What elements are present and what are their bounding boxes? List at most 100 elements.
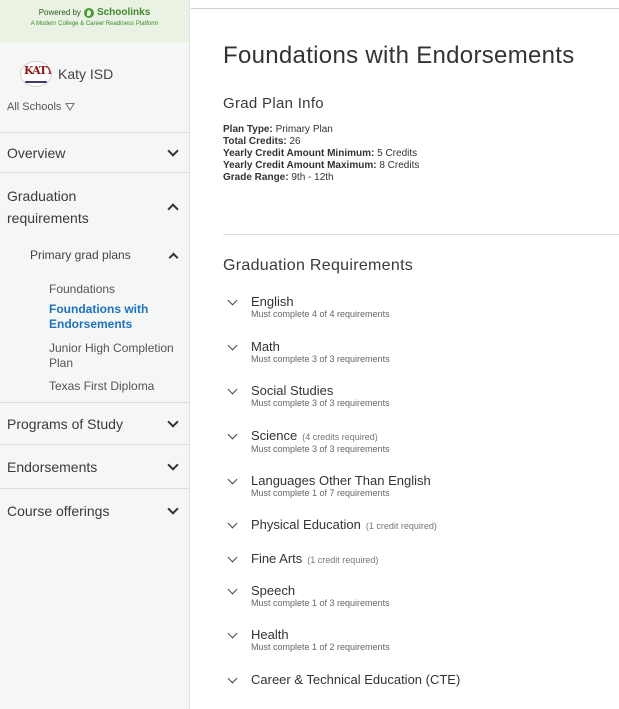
top-divider	[191, 8, 619, 9]
requirement-text: Math Must complete 3 of 3 requirements	[251, 340, 390, 365]
requirement-note: (1 credit required)	[365, 521, 437, 531]
requirement-name-line: Health	[251, 628, 390, 642]
requirement-name: Physical Education	[251, 517, 361, 532]
nav-course-offerings[interactable]: Course offerings	[0, 488, 189, 532]
requirement-name-line: Science (4 credits required)	[251, 429, 390, 444]
requirement-item[interactable]: Social Studies Must complete 3 of 3 requ…	[227, 384, 390, 409]
nav-programs-of-study[interactable]: Programs of Study	[0, 402, 189, 444]
page-title: Foundations with Endorsements	[223, 42, 575, 69]
plan-info-row: Grade Range: 9th - 12th	[223, 172, 419, 184]
nav-overview-label: Overview	[7, 144, 66, 161]
nav-graduation-requirements-label: Graduation requirements	[7, 187, 89, 226]
requirement-text: Languages Other Than English Must comple…	[251, 474, 431, 499]
chevron-down-icon[interactable]	[227, 340, 238, 351]
grad-plans-subnav: Primary grad plans Foundations Foundatio…	[0, 240, 189, 402]
requirement-detail: Must complete 1 of 2 requirements	[251, 642, 390, 652]
nav-primary-grad-plans[interactable]: Primary grad plans	[0, 240, 189, 270]
chevron-down-icon[interactable]	[227, 518, 238, 529]
plan-info-label: Plan Type:	[223, 124, 273, 135]
requirement-name-line: Speech	[251, 584, 390, 598]
plan-info-row: Yearly Credit Amount Maximum: 8 Credits	[223, 160, 419, 172]
chevron-up-icon[interactable]	[168, 252, 179, 262]
plan-link-junior-high-completion[interactable]: Junior High Completion Plan	[0, 336, 189, 376]
requirement-item[interactable]: Speech Must complete 1 of 3 requirements	[227, 584, 390, 609]
requirement-note: (1 credit required)	[307, 555, 379, 565]
school-filter-label: All Schools	[7, 101, 62, 113]
requirement-text: Social Studies Must complete 3 of 3 requ…	[251, 384, 390, 409]
requirement-name: Fine Arts	[251, 551, 303, 566]
requirement-item[interactable]: Career & Technical Education (CTE)	[227, 673, 460, 687]
chevron-down-icon[interactable]	[227, 384, 238, 395]
plan-info-value: Primary Plan	[275, 124, 333, 135]
requirement-note: (4 credits required)	[302, 432, 378, 442]
plan-info-value: 8 Credits	[379, 160, 420, 171]
chevron-down-icon[interactable]	[227, 673, 238, 684]
requirement-name: Speech	[251, 583, 296, 598]
nav-overview[interactable]: Overview	[0, 132, 189, 172]
requirement-item[interactable]: English Must complete 4 of 4 requirement…	[227, 295, 390, 320]
requirement-item[interactable]: Fine Arts (1 credit required)	[227, 552, 378, 567]
chevron-down-icon[interactable]	[227, 295, 238, 306]
nav-endorsements[interactable]: Endorsements	[0, 444, 189, 488]
plan-info-row: Yearly Credit Amount Minimum: 5 Credits	[223, 148, 419, 160]
requirement-item[interactable]: Science (4 credits required) Must complet…	[227, 429, 390, 455]
requirement-name: Math	[251, 339, 280, 354]
requirement-item[interactable]: Physical Education (1 credit required)	[227, 518, 437, 533]
requirement-name-line: Languages Other Than English	[251, 474, 431, 488]
graduation-requirements-heading: Graduation Requirements	[223, 257, 414, 274]
plan-link-texas-first-diploma[interactable]: Texas First Diploma	[0, 376, 189, 402]
grad-plan-info: Plan Type: Primary Plan Total Credits: 2…	[223, 124, 419, 184]
requirement-detail: Must complete 3 of 3 requirements	[251, 444, 390, 454]
plan-info-value: 5 Credits	[377, 148, 418, 159]
district-logo-bar	[25, 81, 47, 83]
nav-graduation-requirements[interactable]: Graduation requirements	[0, 172, 189, 240]
district-header: KATY Katy ISD	[0, 42, 189, 92]
filter-icon[interactable]	[65, 103, 76, 111]
chevron-down-icon[interactable]	[227, 429, 238, 440]
nav-programs-of-study-label: Programs of Study	[7, 415, 123, 432]
requirement-text: Career & Technical Education (CTE)	[251, 673, 460, 687]
schoolinks-brand: Schoolinks	[96, 7, 151, 18]
requirement-name-line: Physical Education (1 credit required)	[251, 518, 437, 533]
requirement-detail: Must complete 3 of 3 requirements	[251, 398, 390, 408]
requirement-name-line: Social Studies	[251, 384, 390, 398]
chevron-down-icon[interactable]	[167, 144, 179, 157]
requirement-name: Health	[251, 627, 289, 642]
requirement-text: Fine Arts (1 credit required)	[251, 552, 378, 567]
district-name: Katy ISD	[58, 66, 114, 82]
requirement-detail: Must complete 3 of 3 requirements	[251, 354, 390, 364]
chevron-down-icon[interactable]	[167, 458, 179, 471]
requirement-item[interactable]: Languages Other Than English Must comple…	[227, 474, 431, 499]
main-content: Foundations with Endorsements Grad Plan …	[191, 0, 619, 709]
sidebar: Powered by Schoolinks A Modern College &…	[0, 0, 190, 709]
requirement-text: Physical Education (1 credit required)	[251, 518, 437, 533]
requirement-detail: Must complete 1 of 7 requirements	[251, 488, 390, 498]
grad-plan-info-heading: Grad Plan Info	[223, 95, 324, 112]
plan-link-foundations-with-endorsements[interactable]: Foundations with Endorsements	[0, 302, 189, 336]
requirement-detail: Must complete 1 of 3 requirements	[251, 598, 390, 608]
chevron-down-icon[interactable]	[227, 474, 238, 485]
section-divider	[223, 234, 619, 235]
district-logo-text: KATY	[24, 64, 52, 77]
requirement-item[interactable]: Math Must complete 3 of 3 requirements	[227, 340, 390, 365]
chevron-up-icon[interactable]	[167, 202, 179, 215]
nav-primary-grad-plans-label: Primary grad plans	[30, 248, 131, 262]
chevron-down-icon[interactable]	[167, 415, 179, 428]
chevron-down-icon[interactable]	[227, 584, 238, 595]
requirement-text: Health Must complete 1 of 2 requirements	[251, 628, 390, 653]
nav-course-offerings-label: Course offerings	[7, 502, 110, 519]
plan-info-value: 9th - 12th	[291, 172, 334, 183]
requirement-item[interactable]: Health Must complete 1 of 2 requirements	[227, 628, 390, 653]
school-filter[interactable]: All Schools	[0, 92, 189, 132]
plan-info-label: Yearly Credit Amount Minimum:	[223, 148, 375, 159]
requirement-name-line: Math	[251, 340, 390, 354]
requirement-name: Languages Other Than English	[251, 473, 431, 488]
requirement-name-line: English	[251, 295, 390, 309]
requirement-text: Science (4 credits required) Must complet…	[251, 429, 390, 455]
plan-info-value: 26	[289, 136, 301, 147]
plan-link-foundations[interactable]: Foundations	[0, 270, 189, 302]
chevron-down-icon[interactable]	[227, 628, 238, 639]
chevron-down-icon[interactable]	[227, 552, 238, 563]
powered-by-line: Powered by Schoolinks	[0, 7, 189, 18]
chevron-down-icon[interactable]	[167, 502, 179, 515]
